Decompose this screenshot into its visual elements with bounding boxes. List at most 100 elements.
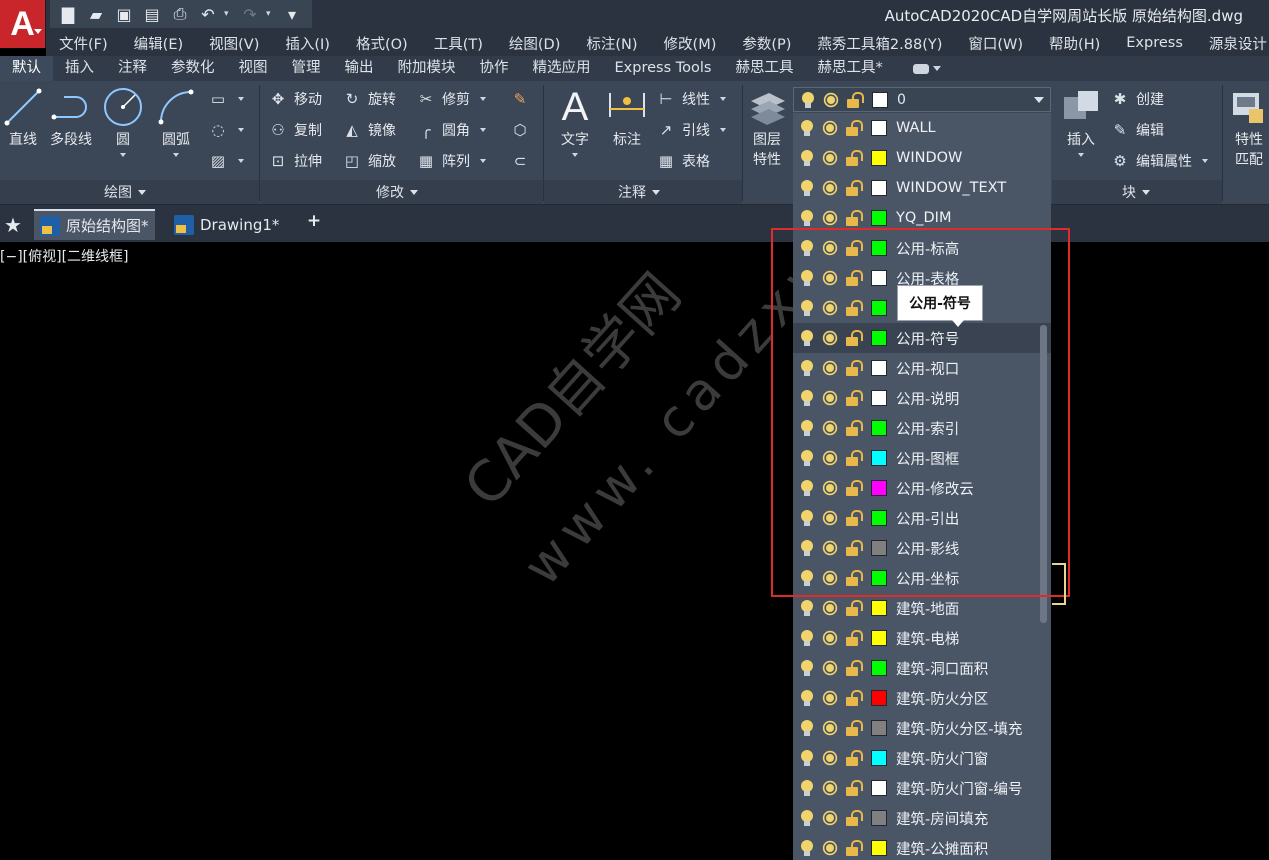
sun-icon[interactable]: [820, 838, 840, 858]
ribbon-tab[interactable]: 赫思工具*: [805, 56, 894, 81]
menu-item[interactable]: 参数(P): [729, 33, 804, 54]
fillet-tool[interactable]: ╭ 圆角: [416, 119, 486, 141]
chevron-down-icon[interactable]: ▾: [266, 9, 276, 19]
unlock-icon[interactable]: [845, 599, 863, 617]
edit-block-tool[interactable]: ✎ 编辑: [1110, 119, 1164, 141]
sun-icon[interactable]: [820, 688, 840, 708]
sun-icon[interactable]: [820, 778, 840, 798]
offset-tool[interactable]: ⊂: [510, 150, 530, 172]
chevron-down-icon[interactable]: [120, 153, 126, 157]
layer-row[interactable]: 建筑-防火分区-填充: [793, 713, 1051, 743]
menu-item[interactable]: 窗口(W): [955, 33, 1036, 54]
lightbulb-icon[interactable]: [799, 599, 815, 617]
drawing-canvas[interactable]: [0, 242, 1269, 860]
file-tab-original[interactable]: 原始结构图*: [34, 209, 155, 240]
lightbulb-icon[interactable]: [799, 119, 815, 137]
lightbulb-icon[interactable]: [799, 209, 815, 227]
edit-attributes-tool[interactable]: ⚙ 编辑属性: [1110, 150, 1208, 172]
lightbulb-icon[interactable]: [799, 779, 815, 797]
linear-dimension-tool[interactable]: ⊢ 线性: [656, 88, 726, 110]
scale-tool[interactable]: ◰ 缩放: [342, 150, 396, 172]
ribbon-display-toggle[interactable]: [912, 61, 949, 77]
application-menu-button[interactable]: A: [0, 0, 46, 48]
sun-icon[interactable]: [820, 628, 840, 648]
sun-icon[interactable]: [820, 148, 840, 168]
modify-panel-title[interactable]: 修改: [376, 182, 418, 202]
arc-tool[interactable]: 圆弧: [155, 87, 197, 157]
layer-row[interactable]: WINDOW: [793, 143, 1051, 173]
sun-icon[interactable]: [820, 118, 840, 138]
menu-item[interactable]: 视图(V): [196, 33, 272, 54]
table-tool[interactable]: ▦ 表格: [656, 150, 710, 172]
circle-tool[interactable]: 圆: [102, 87, 144, 157]
block-panel-title[interactable]: 块: [1122, 182, 1150, 202]
unlock-icon[interactable]: [845, 749, 863, 767]
sun-icon[interactable]: [820, 598, 840, 618]
lightbulb-icon[interactable]: [799, 839, 815, 857]
save-icon[interactable]: ▣: [112, 3, 136, 25]
ribbon-tab[interactable]: 视图: [227, 56, 280, 81]
chevron-down-icon[interactable]: [1034, 97, 1044, 103]
ellipse-tool[interactable]: ◌: [208, 119, 244, 141]
unlock-icon[interactable]: [845, 119, 863, 137]
ribbon-tab[interactable]: Express Tools: [603, 56, 724, 81]
ribbon-tab[interactable]: 附加模块: [386, 56, 468, 81]
undo-icon[interactable]: ↶: [196, 3, 220, 25]
unlock-icon[interactable]: [845, 179, 863, 197]
layer-row[interactable]: 建筑-洞口面积: [793, 653, 1051, 683]
lightbulb-icon[interactable]: [799, 719, 815, 737]
open-icon[interactable]: ▰: [84, 3, 108, 25]
chevron-down-icon[interactable]: [173, 153, 179, 157]
mirror-tool[interactable]: ◭ 镜像: [342, 119, 396, 141]
layer-row[interactable]: 建筑-防火门窗-编号: [793, 773, 1051, 803]
unlock-icon[interactable]: [845, 689, 863, 707]
polyline-tool[interactable]: 多段线: [50, 87, 92, 149]
trim-tool[interactable]: ✂ 修剪: [416, 88, 486, 110]
layer-row[interactable]: 建筑-防火门窗: [793, 743, 1051, 773]
leader-tool[interactable]: ↗ 引线: [656, 119, 726, 141]
layer-row[interactable]: 建筑-房间填充: [793, 803, 1051, 833]
text-tool[interactable]: A 文字: [554, 87, 596, 157]
unlock-icon[interactable]: [845, 779, 863, 797]
copy-tool[interactable]: ⚇ 复制: [268, 119, 322, 141]
menu-item[interactable]: 燕秀工具箱2.88(Y): [804, 33, 955, 54]
sun-icon[interactable]: [820, 208, 840, 228]
ribbon-tab[interactable]: 参数化: [159, 56, 227, 81]
lightbulb-icon[interactable]: [799, 809, 815, 827]
layer-properties-button[interactable]: 图层 特性: [746, 87, 788, 169]
sun-icon[interactable]: [820, 748, 840, 768]
dimension-tool[interactable]: 标注: [606, 87, 648, 149]
layer-row[interactable]: 建筑-地面: [793, 593, 1051, 623]
explode-tool[interactable]: ⬡: [510, 119, 530, 141]
layer-row[interactable]: 建筑-电梯: [793, 623, 1051, 653]
chevron-down-icon[interactable]: ▾: [224, 9, 234, 19]
annotation-panel-title[interactable]: 注释: [618, 182, 660, 202]
menu-item[interactable]: 帮助(H): [1036, 33, 1113, 54]
sun-icon[interactable]: [820, 808, 840, 828]
layer-row[interactable]: 建筑-防火分区: [793, 683, 1051, 713]
sun-icon[interactable]: [820, 658, 840, 678]
layer-combobox[interactable]: 0: [793, 87, 1051, 112]
star-icon[interactable]: ★: [4, 213, 22, 237]
lightbulb-icon[interactable]: [799, 149, 815, 167]
move-tool[interactable]: ✥ 移动: [268, 88, 322, 110]
menu-item[interactable]: 源泉设计: [1196, 33, 1269, 54]
rotate-tool[interactable]: ↻ 旋转: [342, 88, 396, 110]
menu-item[interactable]: 格式(O): [343, 33, 421, 54]
file-tab-drawing1[interactable]: Drawing1*: [168, 209, 285, 240]
lightbulb-icon[interactable]: [799, 689, 815, 707]
ribbon-tab[interactable]: 输出: [333, 56, 386, 81]
menu-item[interactable]: 标注(N): [573, 33, 650, 54]
chevron-down-icon[interactable]: [572, 153, 578, 157]
lightbulb-icon[interactable]: [799, 659, 815, 677]
unlock-icon[interactable]: [845, 659, 863, 677]
draw-panel-title[interactable]: 绘图: [104, 182, 146, 202]
ribbon-tab[interactable]: 精选应用: [521, 56, 603, 81]
menu-item[interactable]: 编辑(E): [121, 33, 196, 54]
new-tab-plus-icon[interactable]: +: [304, 211, 324, 233]
layer-row[interactable]: 建筑-公摊面积: [793, 833, 1051, 860]
stretch-tool[interactable]: ⊡ 拉伸: [268, 150, 322, 172]
unlock-icon[interactable]: [845, 149, 863, 167]
ribbon-tab[interactable]: 注释: [106, 56, 159, 81]
unlock-icon[interactable]: [845, 629, 863, 647]
